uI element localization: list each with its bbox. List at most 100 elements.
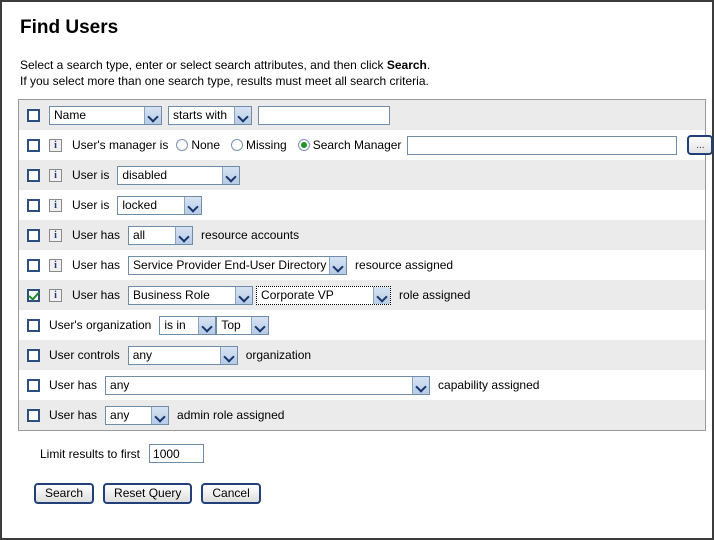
checkbox-organization[interactable] <box>27 319 40 332</box>
select-role-assigned[interactable]: Business Role <box>128 286 253 305</box>
checkbox-user-is-locked[interactable] <box>27 199 40 212</box>
operator-select-name[interactable]: starts with <box>168 106 252 125</box>
operator-select-name-value: starts with <box>169 107 234 124</box>
info-icon[interactable]: i <box>49 259 62 272</box>
intro-text: Select a search type, enter or select se… <box>20 57 700 89</box>
chevron-down-icon[interactable] <box>220 347 237 364</box>
info-icon[interactable]: i <box>49 289 62 302</box>
checkbox-capability-assigned[interactable] <box>27 379 40 392</box>
criteria-row-organization: User's organization is in Top <box>19 310 705 340</box>
radio-group-manager: None Missing Search Manager <box>176 138 407 152</box>
find-users-window: Find Users Select a search type, enter o… <box>0 0 714 540</box>
criteria-suffix-capability-assigned: capability assigned <box>438 378 539 392</box>
criteria-label-resource-accounts: User has <box>72 228 120 242</box>
select-resource-assigned[interactable]: Service Provider End-User Directory <box>128 256 347 275</box>
criteria-label-controls-organization: User controls <box>49 348 120 362</box>
checkbox-manager[interactable] <box>27 139 40 152</box>
criteria-label-user-is-locked: User is <box>72 198 109 212</box>
radio-missing[interactable] <box>231 139 243 151</box>
info-icon[interactable]: i <box>49 139 62 152</box>
chevron-down-icon[interactable] <box>151 407 168 424</box>
info-icon[interactable]: i <box>49 169 62 182</box>
select-controls-organization[interactable]: any <box>128 346 238 365</box>
intro-line1-pre: Select a search type, enter or select se… <box>20 58 387 72</box>
chevron-down-icon[interactable] <box>175 227 192 244</box>
search-criteria-table: Name starts with i User's manager is None Mis… <box>18 99 706 431</box>
criteria-suffix-role-assigned: role assigned <box>399 288 470 302</box>
checkbox-role-assigned[interactable] <box>27 289 40 302</box>
chevron-down-icon[interactable] <box>234 107 251 124</box>
radio-none[interactable] <box>176 139 188 151</box>
limit-results-label: Limit results to first <box>40 447 140 461</box>
select-resource-accounts[interactable]: all <box>128 226 193 245</box>
search-button[interactable]: Search <box>34 483 94 504</box>
checkbox-resource-assigned[interactable] <box>27 259 40 272</box>
attribute-select-name-value: Name <box>50 107 144 124</box>
intro-search-word: Search <box>387 58 427 72</box>
select-admin-role-assigned-value: any <box>106 407 151 424</box>
chevron-down-icon[interactable] <box>412 377 429 394</box>
select-admin-role-assigned[interactable]: any <box>105 406 169 425</box>
select-user-is-disabled[interactable]: disabled <box>117 166 240 185</box>
chevron-down-icon[interactable] <box>198 317 215 334</box>
criteria-label-manager: User's manager is <box>72 138 168 152</box>
info-icon[interactable]: i <box>49 229 62 242</box>
radio-search-manager[interactable] <box>298 139 310 151</box>
text-input-name[interactable] <box>258 106 390 125</box>
checkbox-user-is-disabled[interactable] <box>27 169 40 182</box>
select-user-is-locked[interactable]: locked <box>117 196 202 215</box>
criteria-row-controls-organization: User controls any organization <box>19 340 705 370</box>
criteria-label-admin-role-assigned: User has <box>49 408 97 422</box>
reset-query-button[interactable]: Reset Query <box>103 483 192 504</box>
select-resource-assigned-value: Service Provider End-User Directory <box>129 257 329 274</box>
criteria-suffix-controls-organization: organization <box>246 348 311 362</box>
criteria-label-role-assigned: User has <box>72 288 120 302</box>
criteria-label-user-is-disabled: User is <box>72 168 109 182</box>
chevron-down-icon[interactable] <box>251 317 268 334</box>
intro-line2: If you select more than one search type,… <box>20 74 429 88</box>
select-organization[interactable]: is in <box>159 316 216 335</box>
checkbox-controls-organization[interactable] <box>27 349 40 362</box>
criteria-row-user-is-disabled: i User is disabled <box>19 160 705 190</box>
checkbox-resource-accounts[interactable] <box>27 229 40 242</box>
chevron-down-icon[interactable] <box>144 107 161 124</box>
criteria-row-manager: i User's manager is None Missing Search Mana… <box>19 130 705 160</box>
limit-results-input[interactable] <box>149 444 204 463</box>
text-input-manager[interactable] <box>407 136 677 155</box>
select-organization-value: is in <box>160 317 198 334</box>
attribute-select-name[interactable]: Name <box>49 106 162 125</box>
chevron-down-icon[interactable] <box>222 167 239 184</box>
chevron-down-icon[interactable] <box>373 287 390 304</box>
criteria-label-capability-assigned: User has <box>49 378 97 392</box>
radio-label-search-manager[interactable]: Search Manager <box>313 138 402 152</box>
select-role-assigned-value: Business Role <box>129 287 235 304</box>
select-capability-assigned-value: any <box>106 377 412 394</box>
cancel-button[interactable]: Cancel <box>201 483 260 504</box>
page-title: Find Users <box>20 17 700 39</box>
limit-results-row: Limit results to first <box>40 444 700 463</box>
radio-label-none[interactable]: None <box>191 138 220 152</box>
criteria-row-capability-assigned: User has any capability assigned <box>19 370 705 400</box>
chevron-down-icon[interactable] <box>184 197 201 214</box>
form-button-bar: Search Reset Query Cancel <box>34 483 700 504</box>
select-capability-assigned[interactable]: any <box>105 376 430 395</box>
checkbox-admin-role-assigned[interactable] <box>27 409 40 422</box>
chevron-down-icon[interactable] <box>329 257 346 274</box>
checkbox-name[interactable] <box>27 109 40 122</box>
browse-button-manager[interactable]: ... <box>687 135 713 155</box>
criteria-suffix-admin-role-assigned: admin role assigned <box>177 408 284 422</box>
select2-role-assigned-value: Corporate VP <box>257 287 373 304</box>
criteria-label-organization: User's organization <box>49 318 151 332</box>
select2-role-assigned[interactable]: Corporate VP <box>256 286 391 305</box>
criteria-row-admin-role-assigned: User has any admin role assigned <box>19 400 705 430</box>
criteria-row-name: Name starts with <box>19 100 705 130</box>
select-user-is-locked-value: locked <box>118 197 184 214</box>
select-controls-organization-value: any <box>129 347 220 364</box>
chevron-down-icon[interactable] <box>235 287 252 304</box>
criteria-suffix-resource-assigned: resource assigned <box>355 258 453 272</box>
select2-organization[interactable]: Top <box>216 316 269 335</box>
criteria-label-resource-assigned: User has <box>72 258 120 272</box>
select-resource-accounts-value: all <box>129 227 175 244</box>
info-icon[interactable]: i <box>49 199 62 212</box>
radio-label-missing[interactable]: Missing <box>246 138 287 152</box>
